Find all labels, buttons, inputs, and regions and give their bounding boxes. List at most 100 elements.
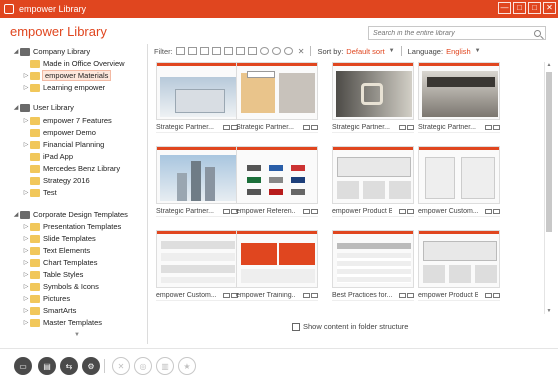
- tree-item-symbols-icons[interactable]: ▷ Symbols & Icons: [22, 281, 99, 292]
- library-card[interactable]: Strategic Partner...: [156, 146, 238, 222]
- slide-thumbnail[interactable]: [418, 146, 500, 204]
- slide-thumbnail[interactable]: [332, 146, 414, 204]
- tree-group-company-library[interactable]: ◢ Company Library: [12, 46, 90, 57]
- slide-filter-icon[interactable]: [187, 47, 197, 55]
- library-card[interactable]: empower Custom...: [156, 230, 238, 306]
- library-card[interactable]: Strategic Partner...: [236, 62, 318, 138]
- folder-structure-link[interactable]: Show content in folder structure: [292, 322, 408, 331]
- expand-arrow-icon[interactable]: ▷: [22, 84, 30, 91]
- library-card[interactable]: Strategic Partner...: [332, 62, 414, 138]
- tree-item-chart-templates[interactable]: ▷ Chart Templates: [22, 257, 98, 268]
- tree-item-table-styles[interactable]: ▷ Table Styles: [22, 269, 84, 280]
- tree-item-master-templates[interactable]: ▷ Master Templates: [22, 317, 102, 328]
- slide-thumbnail[interactable]: [332, 230, 414, 288]
- tree-item-financial-planning[interactable]: ▷ Financial Planning: [22, 139, 105, 150]
- library-card[interactable]: Best Practices for...: [332, 230, 414, 306]
- slide-thumbnail[interactable]: [418, 62, 500, 120]
- expand-arrow-icon[interactable]: ▷: [22, 259, 30, 266]
- expand-arrow-icon[interactable]: ▷: [22, 319, 30, 326]
- chart-filter-icon[interactable]: [211, 47, 221, 55]
- tree-item-empower-7-features[interactable]: ▷ empower 7 Features: [22, 115, 112, 126]
- sync-button[interactable]: ⇆: [60, 357, 78, 375]
- tree-item-test[interactable]: ▷ Test: [22, 187, 57, 198]
- settings-gear-icon[interactable]: ⚙: [82, 357, 100, 375]
- link-filter-icon[interactable]: [283, 47, 293, 55]
- tree-item-mercedes-benz-library[interactable]: Mercedes Benz Library: [22, 163, 120, 174]
- tree-item-made-in-office-overview[interactable]: Made in Office Overview: [22, 58, 125, 69]
- language-dropdown[interactable]: English: [446, 47, 471, 56]
- search-icon[interactable]: [534, 29, 541, 37]
- tree-item-empower-demo[interactable]: empower Demo: [22, 127, 96, 138]
- slide-thumbnail[interactable]: [418, 230, 500, 288]
- text-filter-icon[interactable]: [199, 47, 209, 55]
- restore-button[interactable]: □: [513, 2, 526, 14]
- library-view-button[interactable]: ▤: [38, 357, 56, 375]
- expand-arrow-icon[interactable]: ▷: [22, 271, 30, 278]
- slide-thumbnail[interactable]: [236, 146, 318, 204]
- search-input[interactable]: [373, 29, 523, 37]
- library-card[interactable]: empower Product Br...: [332, 146, 414, 222]
- expand-arrow-icon[interactable]: ▷: [22, 117, 30, 124]
- library-card[interactable]: empower Custom...: [418, 146, 500, 222]
- expand-arrow-icon[interactable]: ▷: [22, 307, 30, 314]
- tree-item-strategy-2016[interactable]: Strategy 2016: [22, 175, 90, 186]
- expand-arrow-icon[interactable]: ▷: [22, 189, 30, 196]
- collapse-arrow-icon[interactable]: ◢: [12, 104, 20, 111]
- tree-item-ipad-app[interactable]: iPad App: [22, 151, 73, 162]
- page-title: empower Library: [10, 24, 107, 39]
- chevron-down-icon[interactable]: ▼: [545, 308, 553, 314]
- grid-scrollbar[interactable]: ▲ ▼: [544, 62, 552, 314]
- delete-button[interactable]: ✕: [112, 357, 130, 375]
- tree-item-learning-empower[interactable]: ▷ Learning empower: [22, 82, 105, 93]
- search-box[interactable]: [368, 26, 546, 40]
- library-card[interactable]: empower Referen...: [236, 146, 318, 222]
- library-stack-button[interactable]: ▥: [156, 357, 174, 375]
- slide-thumbnail[interactable]: [156, 146, 238, 204]
- presentation-filter-icon[interactable]: [175, 47, 185, 55]
- tree-group-corporate-design-templates[interactable]: ◢ Corporate Design Templates: [12, 209, 128, 220]
- chevron-up-icon[interactable]: ▲: [545, 62, 553, 68]
- tree-item-pictures[interactable]: ▷ Pictures: [22, 293, 70, 304]
- master-filter-icon[interactable]: [247, 47, 257, 55]
- slide-thumbnail[interactable]: [156, 230, 238, 288]
- tree-item-text-elements[interactable]: ▷ Text Elements: [22, 245, 90, 256]
- clear-filter-icon[interactable]: ✕: [298, 47, 305, 56]
- slide-thumbnail[interactable]: [236, 62, 318, 120]
- expand-arrow-icon[interactable]: ▷: [22, 283, 30, 290]
- library-card[interactable]: Strategic Partner...: [156, 62, 238, 138]
- slide-thumbnail[interactable]: [156, 62, 238, 120]
- chevron-down-icon[interactable]: ▼: [475, 48, 481, 54]
- expand-arrow-icon[interactable]: ▷: [22, 247, 30, 254]
- tree-group-user-library[interactable]: ◢ User Library: [12, 102, 74, 113]
- tree-item-empower-materials[interactable]: ▷ empower Materials: [22, 70, 112, 81]
- slide-thumbnail[interactable]: [332, 62, 414, 120]
- expand-arrow-icon[interactable]: ▷: [22, 72, 30, 79]
- picture-filter-icon[interactable]: [235, 47, 245, 55]
- minimize-button[interactable]: —: [498, 2, 511, 14]
- library-card[interactable]: Strategic Partner...: [418, 62, 500, 138]
- refresh-filter-icon[interactable]: [271, 47, 281, 55]
- tree-item-presentation-templates[interactable]: ▷ Presentation Templates: [22, 221, 122, 232]
- table-filter-icon[interactable]: [223, 47, 233, 55]
- star-filter-icon[interactable]: [259, 47, 269, 55]
- sort-dropdown[interactable]: Default sort: [346, 47, 384, 56]
- maximize-button[interactable]: □: [528, 2, 541, 14]
- slide-thumbnail[interactable]: [236, 230, 318, 288]
- close-button[interactable]: ✕: [543, 2, 556, 14]
- chevron-down-icon[interactable]: ▼: [389, 48, 395, 54]
- collapse-arrow-icon[interactable]: ◢: [12, 48, 20, 55]
- expand-arrow-icon[interactable]: ▷: [22, 235, 30, 242]
- library-card[interactable]: empower Training...: [236, 230, 318, 306]
- collapse-arrow-icon[interactable]: ◢: [12, 211, 20, 218]
- scrollbar-thumb[interactable]: [546, 72, 552, 232]
- share-button[interactable]: ◎: [134, 357, 152, 375]
- tree-item-slide-templates[interactable]: ▷ Slide Templates: [22, 233, 96, 244]
- open-folder-button[interactable]: ▭: [14, 357, 32, 375]
- chevron-down-icon[interactable]: ▼: [74, 332, 82, 338]
- expand-arrow-icon[interactable]: ▷: [22, 295, 30, 302]
- expand-arrow-icon[interactable]: ▷: [22, 223, 30, 230]
- tree-item-smartarts[interactable]: ▷ SmartArts: [22, 305, 77, 316]
- favorite-star-icon[interactable]: ★: [178, 357, 196, 375]
- expand-arrow-icon[interactable]: ▷: [22, 141, 30, 148]
- library-card[interactable]: empower Product Br...: [418, 230, 500, 306]
